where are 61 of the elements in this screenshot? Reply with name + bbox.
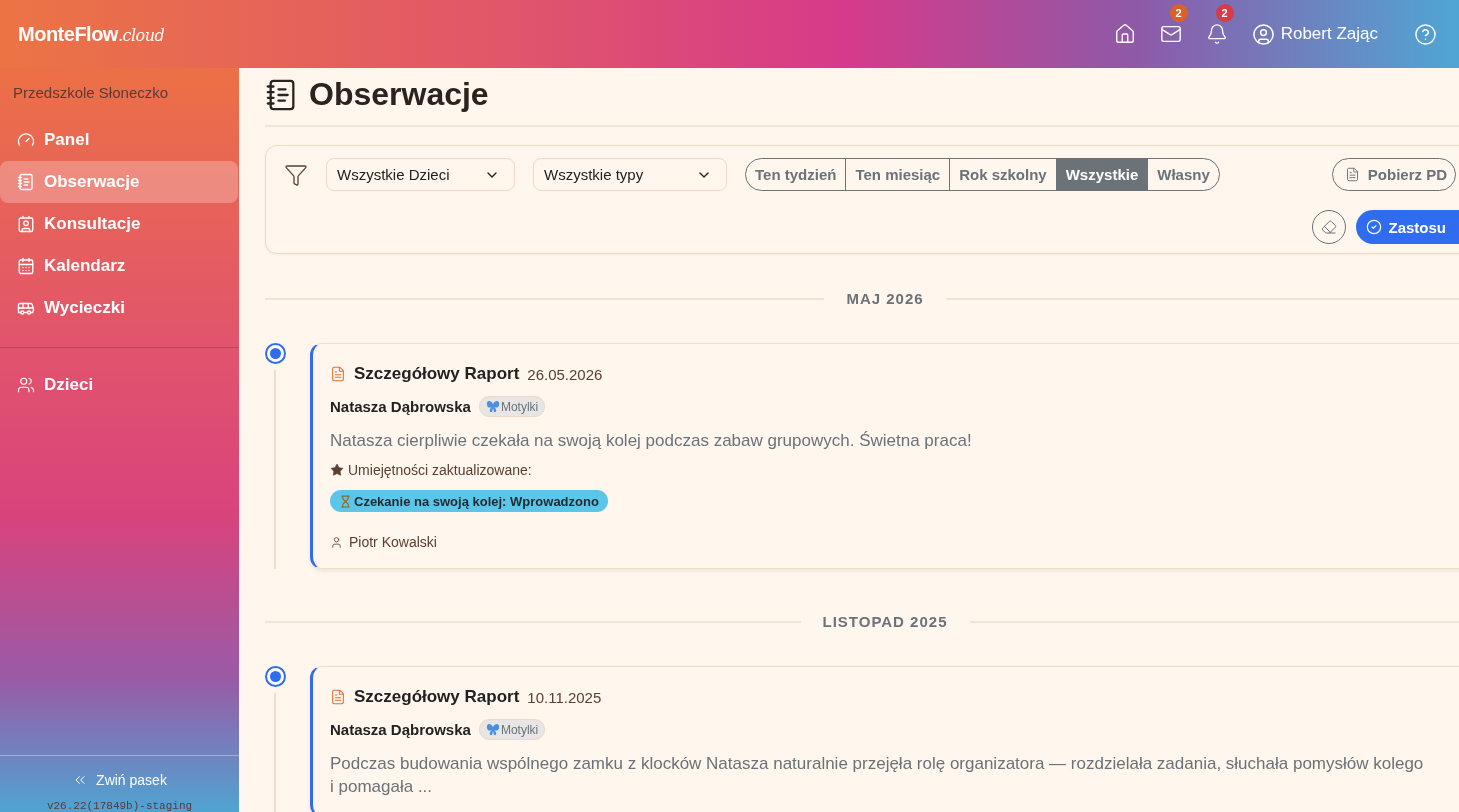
notebook-icon — [17, 173, 35, 191]
count-badge: 2 — [1215, 4, 1234, 22]
skill-tag: Czekanie na swoją kolej: Wprowadzono — [330, 490, 608, 512]
nav-item[interactable]: Kalendarz — [0, 245, 238, 287]
hourglass-icon — [339, 494, 352, 508]
person-icon — [330, 535, 343, 549]
nav-item[interactable]: Panel — [0, 119, 238, 161]
observation-type: Szczegółowy Raport — [354, 687, 520, 707]
timeline-marker — [265, 343, 286, 364]
period-tab[interactable]: Ten miesiąc — [845, 159, 950, 190]
author-name: Piotr Kowalski — [349, 534, 437, 550]
observation-text: Natasza cierpliwie czekała na swoją kolej podczas zabaw grupowych. Świetna praca! — [330, 430, 973, 452]
count-badge: 2 — [1169, 4, 1188, 22]
version-label: v26.22(17849b)-staging — [46, 800, 193, 812]
group-tag: Motylki — [478, 719, 546, 740]
check-circle-icon — [1366, 219, 1383, 235]
child-name: Natasza Dąbrowska — [330, 721, 471, 738]
nav-item[interactable]: Obserwacje — [0, 161, 238, 203]
filter-icon — [284, 162, 308, 187]
observation-date: 10.11.2025 — [527, 688, 602, 706]
school-name: Przedszkole Słoneczko — [12, 83, 170, 103]
observation-card[interactable] — [310, 343, 1459, 569]
child-name: Natasza Dąbrowska — [330, 398, 471, 415]
butterfly-icon — [485, 722, 500, 737]
nav-item[interactable]: Wycieczki — [0, 287, 238, 329]
skills-label: Umiejętności zaktualizowane: — [348, 462, 532, 478]
page-title: Obserwacje — [309, 76, 489, 113]
group-tag: Motylki — [478, 396, 546, 417]
observation-type: Szczegółowy Raport — [354, 364, 520, 384]
eraser-icon — [1321, 219, 1338, 235]
contact-card-icon — [17, 215, 35, 233]
app-logo[interactable]: MonteFlow.cloud — [18, 22, 165, 46]
observation-text: i pomagała ... — [330, 776, 434, 798]
nav-item[interactable]: Dzieci — [0, 364, 238, 406]
collapse-sidebar-button[interactable]: Zwiń pasek — [72, 772, 167, 788]
timeline-marker — [265, 666, 286, 687]
child-select[interactable]: Wszystkie Dzieci — [326, 158, 515, 191]
calendar-icon — [17, 257, 35, 275]
period-tab[interactable]: Wszystkie — [1055, 159, 1148, 190]
butterfly-icon — [485, 399, 500, 414]
report-icon — [330, 366, 346, 382]
report-icon — [330, 689, 346, 705]
observation-card[interactable] — [310, 666, 1459, 812]
period-tab[interactable]: Własny — [1147, 159, 1219, 190]
observation-text: Podczas budowania wspólnego zamku z klocków Natasza naturalnie przejęła rolę organizatora — rozdzielała zadania, słuchała pomysłów kolego — [330, 753, 1425, 775]
people-icon — [17, 376, 35, 394]
gauge-icon — [17, 131, 35, 149]
apply-button[interactable]: Zastosu — [1356, 210, 1459, 244]
help-icon[interactable] — [1414, 22, 1437, 46]
document-icon — [1344, 167, 1360, 182]
month-heading: LISTOPAD 2025 — [822, 613, 948, 630]
user-avatar-icon[interactable] — [1251, 22, 1275, 46]
user-name[interactable]: Robert Zając — [1280, 24, 1378, 44]
type-select[interactable]: Wszystkie typy — [533, 158, 727, 191]
star-icon — [330, 463, 344, 477]
observation-date: 26.05.2026 — [527, 365, 603, 383]
home-icon[interactable] — [1113, 23, 1136, 45]
month-heading: MAJ 2026 — [846, 290, 924, 307]
period-tab[interactable]: Rok szkolny — [949, 159, 1056, 190]
period-tab[interactable]: Ten tydzień — [746, 159, 846, 190]
nav-item[interactable]: Konsultacje — [0, 203, 238, 245]
